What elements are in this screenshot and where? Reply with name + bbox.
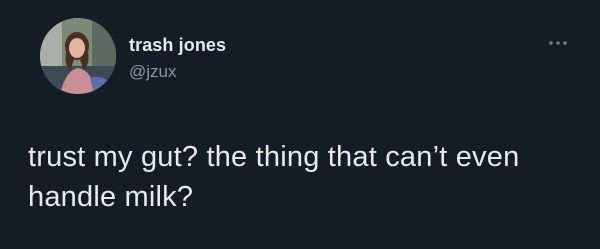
tweet-card: trash jones @jzux trust my gut? the thin… xyxy=(0,0,600,249)
tweet-text: trust my gut? the thing that can’t even … xyxy=(28,137,588,217)
tweet-text-line: handle milk? xyxy=(28,181,194,213)
author-handle[interactable]: @jzux xyxy=(129,62,177,82)
more-options-button[interactable] xyxy=(547,38,569,48)
tweet-text-line: trust my gut? the thing that can’t even xyxy=(28,141,520,173)
more-horizontal-icon xyxy=(549,41,567,45)
avatar[interactable] xyxy=(40,18,116,94)
author-display-name[interactable]: trash jones xyxy=(129,35,226,56)
profile-photo-icon xyxy=(40,18,116,94)
